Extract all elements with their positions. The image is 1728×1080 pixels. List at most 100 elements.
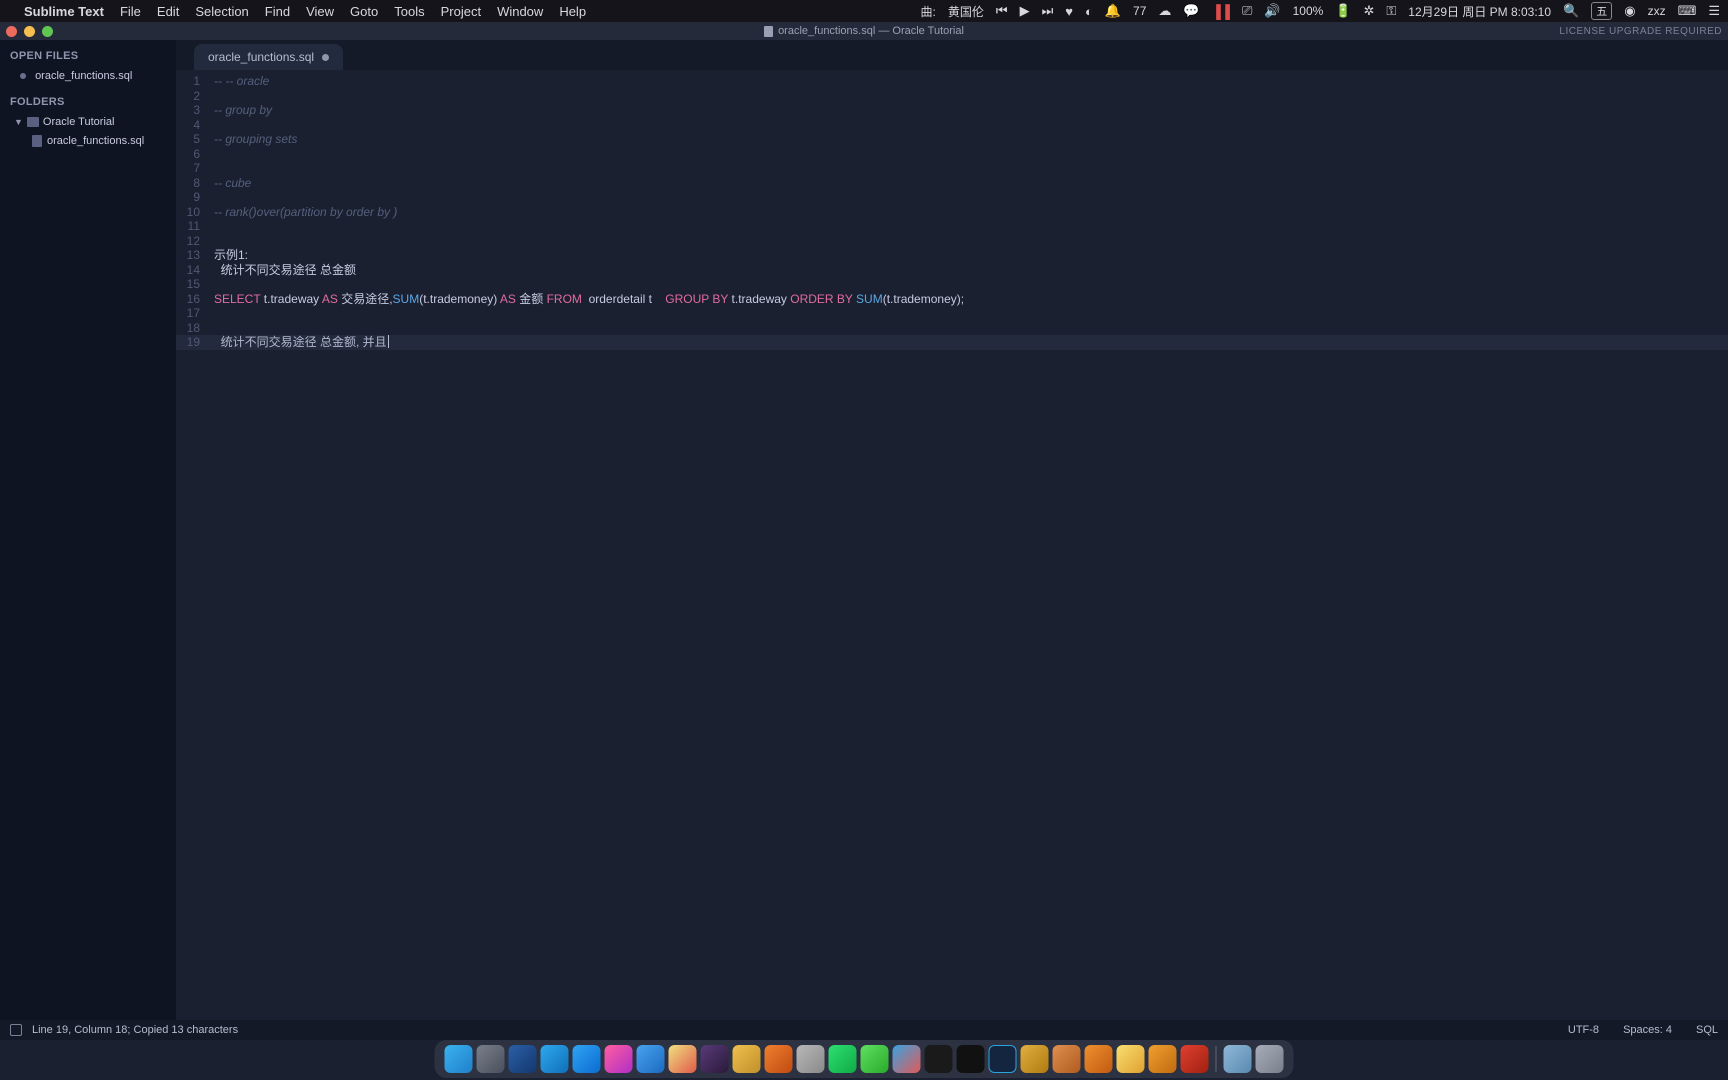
menubar-right: 曲: 黄国伦 ⏮ ▶ ⏭ ♥ ◐ 🔔 77 ☁ 💬 ▐▐ ⎚ 🔊 100% 🔋 … (921, 2, 1721, 20)
code-content[interactable]: -- -- oracle -- group by -- grouping set… (208, 70, 964, 1020)
fan-icon[interactable]: ✲ (1363, 3, 1374, 19)
dock-fcpx-icon[interactable] (701, 1045, 729, 1073)
dock-trash-icon[interactable] (1256, 1045, 1284, 1073)
heart-icon[interactable]: ♥ (1065, 4, 1073, 19)
now-playing-value: 黄国伦 (948, 3, 984, 20)
dock-spotify-icon[interactable] (829, 1045, 857, 1073)
folder-file-name: oracle_functions.sql (47, 135, 144, 147)
menu-file[interactable]: File (120, 4, 141, 19)
folder-caret-icon: ▼ (14, 117, 23, 127)
dock-red-icon[interactable] (1181, 1045, 1209, 1073)
chat-menubar-icon[interactable]: 💬 (1183, 3, 1199, 19)
zoom-window-icon[interactable] (42, 26, 53, 37)
media-play-icon[interactable]: ▶ (1020, 3, 1030, 19)
folder-icon (27, 117, 39, 127)
volume-icon[interactable]: 🔊 (1264, 3, 1280, 19)
tab-dirty-icon[interactable] (322, 54, 329, 61)
dock-finder-icon[interactable] (445, 1045, 473, 1073)
battery-percentage: 100% (1293, 4, 1324, 18)
keyboard-viewer-icon[interactable]: ⌨ (1678, 3, 1697, 19)
status-indent[interactable]: Spaces: 4 (1623, 1024, 1672, 1036)
now-playing-label: 曲: (921, 3, 936, 20)
open-files-heading: OPEN FILES (0, 40, 176, 66)
menu-find[interactable]: Find (265, 4, 290, 19)
dock-sublime-icon[interactable] (1085, 1045, 1113, 1073)
dock-zoom-icon[interactable] (637, 1045, 665, 1073)
editor: oracle_functions.sql 1234567891011121314… (176, 40, 1728, 1020)
wechat-menubar-icon[interactable]: ☁ (1158, 3, 1171, 19)
dock-settings-icon[interactable] (477, 1045, 505, 1073)
sidebar: OPEN FILES oracle_functions.sql FOLDERS … (0, 40, 176, 1020)
dock-wecom-icon[interactable] (893, 1045, 921, 1073)
folder-name: Oracle Tutorial (43, 116, 115, 128)
menu-project[interactable]: Project (441, 4, 481, 19)
record-icon[interactable]: ▐▐ (1212, 4, 1230, 19)
menu-selection[interactable]: Selection (195, 4, 248, 19)
dock-plsql-icon[interactable] (1053, 1045, 1081, 1073)
notification-center-icon[interactable]: ☰ (1708, 3, 1720, 19)
traffic-lights (6, 26, 53, 37)
menu-view[interactable]: View (306, 4, 334, 19)
macos-dock (435, 1040, 1294, 1078)
status-encoding[interactable]: UTF-8 (1568, 1024, 1599, 1036)
window-title: oracle_functions.sql — Oracle Tutorial (778, 25, 964, 37)
dock-iterm-icon[interactable] (957, 1045, 985, 1073)
dock-books-icon[interactable] (765, 1045, 793, 1073)
app-name[interactable]: Sublime Text (24, 4, 104, 19)
input-method-badge[interactable]: 五 (1591, 2, 1612, 20)
dock-separator (1216, 1046, 1217, 1072)
code-area[interactable]: 12345678910111213141516171819 -- -- orac… (176, 70, 1728, 1020)
media-next-icon[interactable]: ⏭ (1042, 3, 1054, 19)
display-icon[interactable]: ⎚ (1242, 3, 1252, 19)
battery-icon[interactable]: 🔋 (1335, 3, 1351, 19)
dock-appstore-icon[interactable] (573, 1045, 601, 1073)
media-prev-icon[interactable]: ⏮ (996, 3, 1008, 19)
search-icon[interactable]: 🔍 (1563, 3, 1579, 19)
folder-root[interactable]: ▼ Oracle Tutorial (0, 112, 176, 132)
bell-icon[interactable]: 🔔 (1105, 3, 1121, 19)
menubar-left: Sublime Text File Edit Selection Find Vi… (8, 4, 586, 19)
dock-globe-icon[interactable] (509, 1045, 537, 1073)
menu-tools[interactable]: Tools (394, 4, 424, 19)
current-line-highlight (176, 335, 1728, 350)
tab-bar: oracle_functions.sql (176, 40, 1728, 70)
menu-help[interactable]: Help (559, 4, 586, 19)
wifi-icon[interactable]: ⚿ (1386, 3, 1396, 19)
dock-pdf-icon[interactable] (797, 1045, 825, 1073)
dock-terminal-icon[interactable] (925, 1045, 953, 1073)
circle-icon[interactable]: ◐ (1085, 4, 1093, 19)
dock-chrome-icon[interactable] (669, 1045, 697, 1073)
status-syntax[interactable]: SQL (1696, 1024, 1718, 1036)
license-banner: LICENSE UPGRADE REQUIRED (1559, 26, 1722, 37)
dock-orange-icon[interactable] (1149, 1045, 1177, 1073)
dock-face-icon[interactable] (1117, 1045, 1145, 1073)
file-icon (32, 135, 42, 147)
dock-itunes-icon[interactable] (605, 1045, 633, 1073)
open-file-name: oracle_functions.sql (35, 70, 132, 82)
dock-safari-icon[interactable] (541, 1045, 569, 1073)
minimize-window-icon[interactable] (24, 26, 35, 37)
menu-goto[interactable]: Goto (350, 4, 378, 19)
dock-photoshop-icon[interactable] (989, 1045, 1017, 1073)
document-icon (764, 26, 773, 37)
open-file-entry[interactable]: oracle_functions.sql (0, 66, 176, 86)
user-name[interactable]: zxz (1648, 4, 1666, 18)
menu-window[interactable]: Window (497, 4, 543, 19)
close-window-icon[interactable] (6, 26, 17, 37)
dock-pencil-icon[interactable] (733, 1045, 761, 1073)
dock-wechat-icon[interactable] (861, 1045, 889, 1073)
folder-file-entry[interactable]: oracle_functions.sql (0, 132, 176, 150)
tab-oracle-functions[interactable]: oracle_functions.sql (194, 44, 343, 70)
dock-navicat-icon[interactable] (1021, 1045, 1049, 1073)
datetime[interactable]: 12月29日 周日 PM 8:03:10 (1408, 3, 1551, 20)
tab-label: oracle_functions.sql (208, 50, 314, 64)
menu-edit[interactable]: Edit (157, 4, 179, 19)
folders-heading: FOLDERS (0, 86, 176, 112)
dock-downloads-icon[interactable] (1224, 1045, 1252, 1073)
line-number-gutter: 12345678910111213141516171819 (176, 70, 208, 1020)
status-bar: Line 19, Column 18; Copied 13 characters… (0, 1020, 1728, 1040)
notification-count: 77 (1133, 4, 1146, 18)
siri-icon[interactable]: ◉ (1624, 3, 1635, 19)
app-body: OPEN FILES oracle_functions.sql FOLDERS … (0, 40, 1728, 1020)
status-panel-icon[interactable] (10, 1024, 22, 1036)
